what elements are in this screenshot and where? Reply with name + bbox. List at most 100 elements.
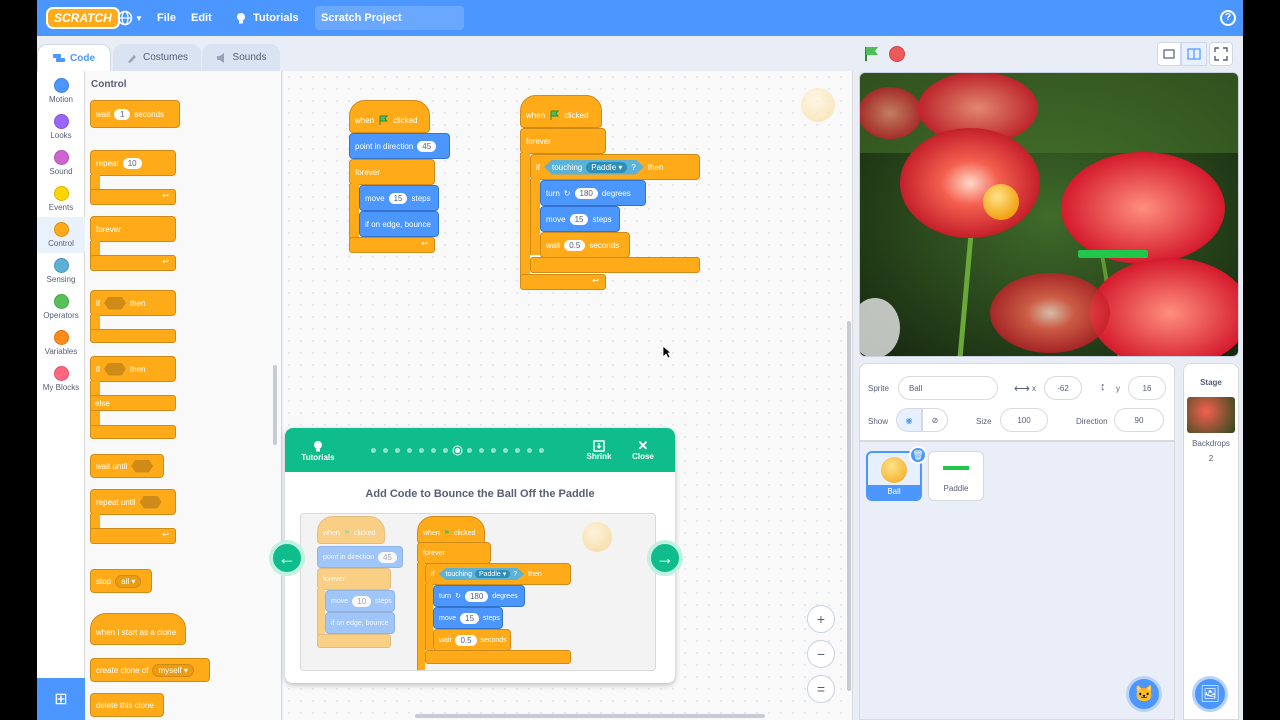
ball-sprite[interactable] xyxy=(983,184,1019,220)
step-dot[interactable] xyxy=(383,448,388,453)
step-dot[interactable] xyxy=(479,448,484,453)
show-hidden-button[interactable]: ⊘ xyxy=(922,408,948,432)
condition-slot[interactable] xyxy=(104,362,126,376)
scratch-logo[interactable]: SCRATCH xyxy=(46,7,120,29)
green-flag-icon[interactable] xyxy=(863,45,881,63)
block-if-on-edge-bounce[interactable]: if on edge, bounce xyxy=(359,211,439,237)
sprite-name-input[interactable]: Ball xyxy=(898,376,998,400)
category-looks[interactable]: Looks xyxy=(37,109,85,140)
step-dot[interactable] xyxy=(395,448,400,453)
degrees-input[interactable]: 180 xyxy=(574,187,598,199)
touching-dropdown[interactable]: Paddle ▾ xyxy=(586,162,627,173)
help-icon[interactable]: ? xyxy=(1220,10,1236,26)
paddle-sprite[interactable] xyxy=(1078,250,1148,258)
block-delete-clone[interactable]: delete this clone xyxy=(90,693,164,717)
clone-target-dropdown[interactable]: myself ▾ xyxy=(152,663,194,677)
fullscreen-button[interactable] xyxy=(1209,42,1233,66)
step-dot[interactable] xyxy=(527,448,532,453)
stop-dropdown[interactable]: all ▾ xyxy=(115,574,142,588)
step-dot[interactable] xyxy=(407,448,412,453)
workspace-v-scrollbar[interactable] xyxy=(847,321,851,691)
block-when-start-as-clone[interactable]: when I start as a clone xyxy=(90,613,186,645)
category-variables[interactable]: Variables xyxy=(37,325,85,356)
y-input[interactable]: 16 xyxy=(1128,376,1166,400)
block-when-flag-clicked[interactable]: when clicked xyxy=(349,100,430,133)
step-dot-current[interactable] xyxy=(455,448,460,453)
category-my-blocks[interactable]: My Blocks xyxy=(37,361,85,392)
choose-sprite-button[interactable]: 🐱 xyxy=(1126,676,1162,712)
zoom-reset-button[interactable]: = xyxy=(807,675,835,703)
trash-icon[interactable]: 🗑 xyxy=(909,446,927,464)
tutorials-button[interactable]: Tutorials xyxy=(295,428,341,472)
category-motion[interactable]: Motion xyxy=(37,73,85,104)
sprite-tile-ball[interactable]: Ball 🗑 xyxy=(866,446,927,501)
category-events[interactable]: Events xyxy=(37,181,85,212)
wait-input[interactable]: 0.5 xyxy=(564,239,586,251)
condition-slot[interactable] xyxy=(131,459,154,473)
block-create-clone[interactable]: create clone of myself ▾ xyxy=(90,658,210,682)
block-if-else[interactable]: if then xyxy=(90,356,176,382)
step-dot[interactable] xyxy=(515,448,520,453)
step-dot[interactable] xyxy=(491,448,496,453)
palette-scrollbar[interactable] xyxy=(273,365,277,445)
steps-input[interactable]: 15 xyxy=(388,192,408,204)
tab-sounds[interactable]: Sounds xyxy=(202,44,280,71)
category-sound[interactable]: Sound xyxy=(37,145,85,176)
stop-icon[interactable] xyxy=(889,46,905,62)
step-dot[interactable] xyxy=(419,448,424,453)
next-step-button[interactable]: → xyxy=(647,540,683,576)
direction-input[interactable]: 90 xyxy=(1114,408,1164,432)
step-dot[interactable] xyxy=(431,448,436,453)
add-extension-button[interactable]: ⊞ xyxy=(37,678,85,720)
category-operators[interactable]: Operators xyxy=(37,289,85,320)
block-if-then[interactable]: if touching Paddle ▾ ? then xyxy=(530,154,700,180)
block-when-flag-clicked[interactable]: when clicked xyxy=(520,95,602,128)
zoom-out-button[interactable]: − xyxy=(807,640,835,668)
workspace-h-scrollbar[interactable] xyxy=(415,714,765,718)
category-control[interactable]: Control xyxy=(37,217,85,253)
tab-costumes[interactable]: Costumes xyxy=(113,44,201,71)
wait-input[interactable]: 1 xyxy=(114,108,131,120)
step-dot[interactable] xyxy=(371,448,376,453)
size-input[interactable]: 100 xyxy=(1000,408,1048,432)
small-stage-button[interactable] xyxy=(1157,42,1181,66)
project-title-input[interactable]: Scratch Project xyxy=(315,6,464,30)
block-point-in-direction[interactable]: point in direction 45 xyxy=(349,133,450,159)
shrink-button[interactable]: Shrink xyxy=(579,428,619,472)
repeat-input[interactable]: 10 xyxy=(122,157,142,169)
block-wait[interactable]: wait 1 seconds xyxy=(90,100,180,128)
sprite-tile-paddle[interactable]: Paddle xyxy=(928,451,984,501)
step-dot[interactable] xyxy=(443,448,448,453)
direction-input[interactable]: 45 xyxy=(417,140,437,152)
steps-input[interactable]: 15 xyxy=(569,213,589,225)
tab-code[interactable]: Code xyxy=(37,44,111,71)
show-visible-button[interactable]: ◉ xyxy=(896,408,922,432)
block-wait[interactable]: wait 0.5 seconds xyxy=(540,232,630,258)
step-dot[interactable] xyxy=(467,448,472,453)
block-forever[interactable]: forever xyxy=(90,216,176,242)
block-forever[interactable]: forever xyxy=(520,128,606,154)
touching-condition[interactable]: touching Paddle ▾ ? xyxy=(544,160,644,175)
block-repeat[interactable]: repeat 10 xyxy=(90,150,176,176)
close-button[interactable]: ✕ Close xyxy=(625,428,661,472)
language-menu[interactable]: ▼ xyxy=(117,0,143,36)
stage-canvas[interactable] xyxy=(859,72,1239,357)
file-menu[interactable]: File xyxy=(157,0,176,36)
stage-selector[interactable]: Stage Backdrops 2 🖼 xyxy=(1183,363,1239,720)
block-stop[interactable]: stop all ▾ xyxy=(90,569,152,593)
block-move-steps[interactable]: move 15 steps xyxy=(540,206,620,232)
block-if-then[interactable]: if then xyxy=(90,290,176,316)
tutorials-menu[interactable]: Tutorials xyxy=(234,0,299,36)
block-turn-degrees[interactable]: turn ↻ 180 degrees xyxy=(540,180,646,206)
step-dot[interactable] xyxy=(539,448,544,453)
large-stage-button[interactable] xyxy=(1181,42,1207,66)
zoom-in-button[interactable]: + xyxy=(807,605,835,633)
block-move-steps[interactable]: move 15 steps xyxy=(359,185,439,211)
step-dot[interactable] xyxy=(503,448,508,453)
condition-slot[interactable] xyxy=(139,495,162,509)
block-repeat-until[interactable]: repeat until xyxy=(90,489,176,515)
choose-backdrop-button[interactable]: 🖼 xyxy=(1192,676,1228,712)
edit-menu[interactable]: Edit xyxy=(191,0,212,36)
block-forever[interactable]: forever xyxy=(349,159,435,185)
x-input[interactable]: -62 xyxy=(1044,376,1082,400)
